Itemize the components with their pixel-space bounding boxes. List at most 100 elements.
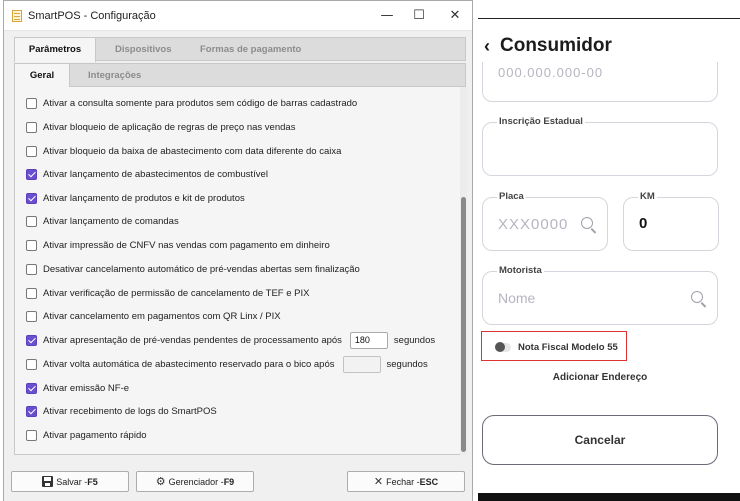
option-row[interactable]: Ativar recebimento de logs do SmartPOS (26, 404, 217, 418)
option-row[interactable]: Ativar impressão de CNFV nas vendas com … (26, 238, 330, 252)
option-row[interactable]: Ativar volta automática de abastecimento… (26, 355, 428, 373)
option-row[interactable]: Ativar bloqueio de aplicação de regras d… (26, 120, 295, 134)
tab-formas-de-pagamento[interactable]: Formas de pagamento (200, 38, 301, 61)
option-row[interactable]: Ativar lançamento de comandas (26, 214, 179, 228)
bottom-bar (478, 493, 740, 501)
search-icon[interactable] (581, 217, 593, 229)
option-row[interactable]: Ativar lançamento de abastecimentos de c… (26, 167, 268, 181)
page-title: Consumidor (500, 35, 612, 56)
option-label: Ativar recebimento de logs do SmartPOS (43, 405, 217, 417)
checkbox-checked[interactable] (26, 168, 37, 180)
motorista-field[interactable]: Motorista Nome (482, 265, 718, 325)
checkbox-checked[interactable] (26, 382, 37, 394)
option-row[interactable]: Ativar cancelamento em pagamentos com QR… (26, 309, 281, 323)
sub-tabs: Geral Integrações (14, 63, 466, 88)
manager-button[interactable]: ⚙ Gerenciador - F9 (136, 471, 254, 492)
manager-label: Gerenciador - (168, 476, 224, 487)
option-label: Ativar bloqueio de aplicação de regras d… (43, 121, 296, 133)
nf-modelo-55-label: Nota Fiscal Modelo 55 (518, 342, 618, 353)
tab-integracoes[interactable]: Integrações (88, 64, 141, 87)
scrollbar-thumb[interactable] (461, 197, 466, 452)
field-label: Motorista (497, 265, 544, 276)
seconds-input[interactable]: 180 (349, 331, 388, 349)
placa-field[interactable]: Placa XXX0000 (482, 191, 608, 251)
config-window: SmartPOS - Configuração — ☐ ✕ Parâmetros… (3, 0, 473, 501)
minimize-button[interactable]: — (376, 7, 398, 25)
divider (478, 18, 740, 19)
option-row[interactable]: Ativar pagamento rápido (26, 428, 147, 442)
seconds-suffix: segundos (393, 334, 436, 346)
save-label: Salvar - (56, 476, 88, 487)
tab-geral[interactable]: Geral (14, 64, 70, 88)
km-field[interactable]: KM 0 (623, 191, 719, 251)
gear-icon: ⚙ (155, 475, 166, 488)
checkbox[interactable] (26, 263, 37, 275)
seconds-suffix: segundos (386, 358, 428, 370)
checkbox-checked[interactable] (26, 405, 37, 417)
cpf-value: 000.000.000-00 (498, 65, 604, 80)
option-label: Ativar lançamento de comandas (43, 215, 179, 227)
option-label: Ativar apresentação de pré-vendas penden… (43, 334, 342, 346)
checkbox[interactable] (26, 358, 37, 370)
close-button[interactable]: ✕ Fechar - ESC (347, 471, 465, 492)
option-label: Ativar lançamento de produtos e kit de p… (43, 192, 245, 204)
checkbox[interactable] (26, 287, 37, 299)
cpf-field[interactable]: 000.000.000-00 (482, 62, 718, 102)
close-x-icon: ✕ (373, 475, 384, 488)
title-bar: SmartPOS - Configuração — ☐ ✕ (4, 1, 472, 31)
manager-shortcut: F9 (223, 476, 235, 487)
close-shortcut: ESC (419, 476, 439, 487)
option-label: Ativar verificação de permissão de cance… (43, 287, 310, 299)
checkbox-checked[interactable] (26, 192, 37, 204)
option-row[interactable]: Ativar a consulta somente para produtos … (26, 96, 357, 110)
option-row[interactable]: Desativar cancelamento automático de pré… (26, 262, 360, 276)
seconds-input[interactable] (342, 355, 381, 373)
save-shortcut: F5 (87, 476, 98, 487)
option-row[interactable]: Ativar lançamento de produtos e kit de p… (26, 191, 245, 205)
option-label: Ativar a consulta somente para produtos … (43, 97, 358, 109)
option-label: Ativar volta automática de abastecimento… (43, 358, 335, 370)
add-address-link[interactable]: Adicionar Endereço (478, 372, 722, 383)
mobile-consumer-screen: ‹ Consumidor 000.000.000-00 Inscrição Es… (478, 0, 740, 501)
field-label: KM (638, 191, 657, 202)
options-panel: Ativar a consulta somente para produtos … (14, 87, 467, 455)
close-label: Fechar - (386, 476, 420, 487)
option-row[interactable]: Ativar bloqueio da baixa de abasteciment… (26, 144, 341, 158)
checkbox[interactable] (26, 145, 37, 157)
option-label: Ativar cancelamento em pagamentos com QR… (43, 310, 281, 322)
field-label: Placa (497, 191, 526, 202)
cancel-button[interactable]: Cancelar (482, 415, 718, 465)
maximize-button[interactable]: ☐ (408, 7, 430, 25)
tab-parametros[interactable]: Parâmetros (14, 38, 96, 62)
option-row[interactable]: Ativar apresentação de pré-vendas penden… (26, 331, 436, 349)
scrollbar[interactable] (460, 87, 467, 455)
option-label: Ativar emissão NF-e (43, 382, 130, 394)
field-label: Inscrição Estadual (497, 116, 585, 127)
placa-placeholder: XXX0000 (498, 216, 569, 233)
tab-dispositivos[interactable]: Dispositivos (115, 38, 172, 61)
checkbox[interactable] (26, 215, 37, 227)
window-title: SmartPOS - Configuração (28, 10, 156, 22)
checkbox-checked[interactable] (26, 334, 37, 346)
footer-bar: Salvar - F5 ⚙ Gerenciador - F9 ✕ Fechar … (4, 459, 472, 501)
checkbox[interactable] (26, 121, 37, 133)
option-row[interactable]: Ativar verificação de permissão de cance… (26, 286, 309, 300)
nf-modelo-55-toggle[interactable] (495, 342, 511, 352)
km-value: 0 (639, 215, 649, 232)
checkbox[interactable] (26, 429, 37, 441)
option-row[interactable]: Ativar emissão NF-e (26, 381, 129, 395)
inscricao-estadual-field[interactable]: Inscrição Estadual (482, 116, 718, 176)
checkbox[interactable] (26, 97, 37, 109)
option-label: Ativar lançamento de abastecimentos de c… (43, 168, 268, 180)
back-chevron-icon[interactable]: ‹ (484, 36, 490, 57)
app-document-icon (12, 10, 22, 22)
checkbox[interactable] (26, 310, 37, 322)
close-window-button[interactable]: ✕ (444, 7, 466, 25)
search-icon[interactable] (691, 291, 703, 303)
checkbox[interactable] (26, 239, 37, 251)
floppy-disk-icon (42, 476, 54, 487)
option-label: Ativar bloqueio da baixa de abasteciment… (43, 145, 342, 157)
option-label: Ativar pagamento rápido (43, 429, 147, 441)
motorista-placeholder: Nome (498, 290, 536, 306)
save-button[interactable]: Salvar - F5 (11, 471, 129, 492)
